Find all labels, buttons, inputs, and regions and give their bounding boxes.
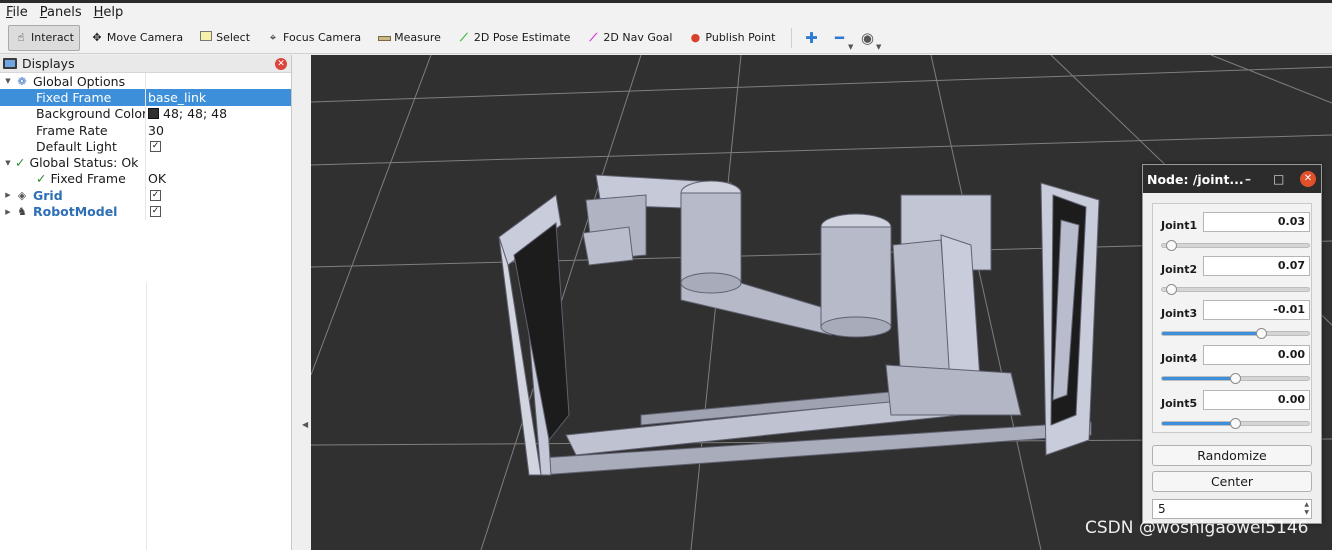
tree-row-global-status[interactable]: ▼ ✓ Global Status: Ok xyxy=(0,154,291,171)
magenta-arrow-icon: ⟋ xyxy=(589,30,598,44)
move-camera-tool-button[interactable]: ✥ Move Camera xyxy=(84,25,189,51)
default-light-checkbox[interactable]: ✓ xyxy=(150,140,161,152)
expand-arrow-icon[interactable]: ▼ xyxy=(3,159,13,167)
color-swatch[interactable] xyxy=(148,108,159,120)
slider-handle[interactable] xyxy=(1230,373,1241,384)
eye-icon: ◉ xyxy=(860,28,874,47)
slider-handle[interactable] xyxy=(1230,418,1241,429)
center-button[interactable]: Center xyxy=(1152,471,1312,492)
menu-file[interactable]: File xyxy=(6,5,28,20)
minus-icon: ━ xyxy=(834,28,844,47)
hand-pointer-icon: ☝ xyxy=(17,30,25,44)
spin-arrows-icon[interactable]: ▲ ▼ xyxy=(1304,501,1309,517)
randomize-button[interactable]: Randomize xyxy=(1152,445,1312,466)
green-arrow-icon: ⟋ xyxy=(460,30,468,44)
joint-slider[interactable] xyxy=(1161,418,1310,429)
joint-value-input[interactable]: -0.01 xyxy=(1203,300,1310,320)
tree-row-robot-model[interactable]: ▶ ♞ RobotModel ✓ xyxy=(0,203,291,220)
measure-tool-button[interactable]: Measure xyxy=(371,25,447,51)
menu-bar: File Panels Help xyxy=(0,3,1332,22)
close-panel-button[interactable]: ✕ xyxy=(275,58,287,70)
window-title-bar[interactable]: Node: /joint... – □ ✕ xyxy=(1143,165,1321,193)
move-camera-icon: ✥ xyxy=(92,30,102,44)
tree-row-default-light[interactable]: Default Light ✓ xyxy=(0,138,291,155)
joint-state-publisher-window: Node: /joint... – □ ✕ Joint1 0.03 Joint2… xyxy=(1142,164,1322,524)
menu-panels[interactable]: Panels xyxy=(40,5,82,20)
joint-slider[interactable] xyxy=(1161,284,1310,295)
focus-camera-tool-button[interactable]: ⌖ Focus Camera xyxy=(260,25,367,51)
select-box-icon xyxy=(199,30,213,45)
grid-icon: ◈ xyxy=(17,188,27,202)
panel-splitter[interactable]: ◀ xyxy=(293,55,311,550)
collapse-arrow-icon[interactable]: ▶ xyxy=(3,208,13,216)
joint-value-input[interactable]: 0.07 xyxy=(1203,256,1310,276)
plus-icon: ✚ xyxy=(805,28,818,47)
displays-tree: ▼ ❁ Global Options Fixed Frame base_link B… xyxy=(0,73,291,220)
tree-row-global-options[interactable]: ▼ ❁ Global Options xyxy=(0,73,291,90)
displays-panel: Displays ✕ ▼ ❁ Global Options Fixed Frame … xyxy=(0,55,292,550)
crosshair-icon: ⌖ xyxy=(269,30,277,44)
collapse-arrow-icon[interactable]: ▶ xyxy=(3,191,13,199)
interact-tool-button[interactable]: ☝ Interact xyxy=(8,24,80,51)
expand-arrow-icon[interactable]: ▼ xyxy=(3,77,13,85)
menu-help[interactable]: Help xyxy=(94,5,124,20)
select-tool-button[interactable]: Select xyxy=(193,25,256,51)
joint-value-input[interactable]: 0.03 xyxy=(1203,212,1310,232)
tools-toolbar: ☝ Interact ✥ Move Camera Select ⌖ Focus … xyxy=(0,22,1332,54)
pose-estimate-tool-button[interactable]: ⟋ 2D Pose Estimate xyxy=(451,25,577,51)
maximize-icon[interactable]: □ xyxy=(1273,172,1284,186)
ok-check-icon: ✓ xyxy=(15,155,26,171)
view-tool-button[interactable]: ◉ ▼ xyxy=(856,27,882,51)
joint-slider[interactable] xyxy=(1161,328,1310,339)
dropdown-arrow-icon: ▼ xyxy=(848,42,854,51)
tree-row-frame-rate[interactable]: Frame Rate 30 xyxy=(0,121,291,139)
close-window-button[interactable]: ✕ xyxy=(1300,171,1316,187)
slider-handle[interactable] xyxy=(1166,240,1177,251)
grid-checkbox[interactable]: ✓ xyxy=(150,189,161,201)
displays-panel-header: Displays ✕ xyxy=(0,55,291,73)
robot-model xyxy=(498,174,1100,476)
add-tool-button[interactable]: ✚ xyxy=(800,27,822,49)
joint-value-input[interactable]: 0.00 xyxy=(1203,390,1310,410)
tree-row-fixed-frame[interactable]: Fixed Frame base_link xyxy=(0,89,291,106)
map-pin-icon: ● xyxy=(690,30,701,44)
collapse-left-icon[interactable]: ◀ xyxy=(302,420,308,429)
nav-goal-tool-button[interactable]: ⟋ 2D Nav Goal xyxy=(580,25,678,51)
tree-row-status-fixed-frame[interactable]: ✓ Fixed Frame OK xyxy=(0,170,291,188)
rows-spinbox[interactable]: 5 ▲ ▼ xyxy=(1152,499,1312,519)
column-divider xyxy=(146,283,147,550)
slider-handle[interactable] xyxy=(1166,284,1177,295)
robot-model-checkbox[interactable]: ✓ xyxy=(150,206,161,218)
slider-fill xyxy=(1162,422,1235,425)
publish-point-tool-button[interactable]: ● Publish Point xyxy=(682,25,781,51)
remove-tool-button[interactable]: ━ ▼ xyxy=(828,27,854,51)
joint-slider[interactable] xyxy=(1161,240,1310,251)
monitor-icon xyxy=(3,58,17,69)
joint-slider[interactable] xyxy=(1161,373,1310,384)
watermark-text: CSDN @woshigaowei5146 xyxy=(1085,518,1309,538)
dropdown-arrow-icon: ▼ xyxy=(876,42,882,51)
joints-group: Joint1 0.03 Joint2 0.07 Joint3 -0.01 Joi… xyxy=(1152,203,1312,433)
fixed-frame-value[interactable]: base_link xyxy=(148,90,206,105)
robot-icon: ♞ xyxy=(17,205,27,219)
joint-value-input[interactable]: 0.00 xyxy=(1203,345,1310,365)
slider-fill xyxy=(1162,332,1261,335)
gear-icon: ❁ xyxy=(17,74,27,88)
slider-fill xyxy=(1162,377,1235,380)
toolbar-separator xyxy=(791,27,793,48)
ruler-icon xyxy=(377,31,391,45)
tree-row-background-color[interactable]: Background Color 48; 48; 48 xyxy=(0,105,291,122)
minimize-icon[interactable]: – xyxy=(1245,172,1251,186)
ok-check-icon: ✓ xyxy=(36,171,47,187)
slider-handle[interactable] xyxy=(1256,328,1267,339)
tree-row-grid[interactable]: ▶ ◈ Grid ✓ xyxy=(0,187,291,204)
